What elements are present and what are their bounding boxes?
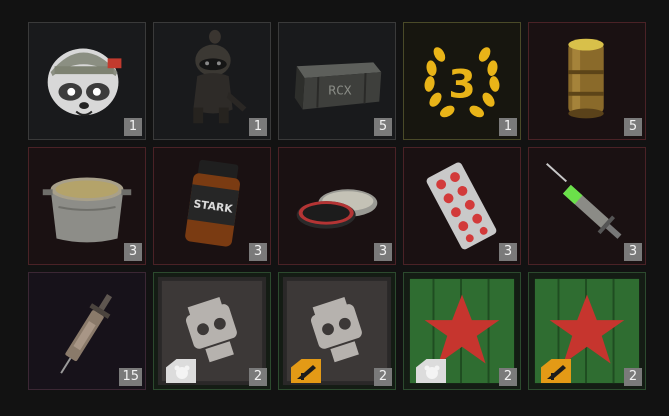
item-count: 3: [499, 243, 517, 261]
inventory-slot[interactable]: 2: [403, 272, 521, 390]
item-count: 15: [119, 368, 142, 386]
item-count: 3: [249, 243, 267, 261]
item-count: 3: [374, 243, 392, 261]
item-count: 2: [624, 368, 642, 386]
crate-label: RCX: [328, 84, 351, 99]
item-count: 2: [374, 368, 392, 386]
inventory-slot[interactable]: 2: [153, 272, 271, 390]
inventory-slot[interactable]: 3: [278, 147, 396, 265]
item-count: 3: [124, 243, 142, 261]
inventory-grid: 1 1 RCX 5 3 1 5 3 STARK 3 3 3 3 15 2 2 2…: [28, 22, 646, 390]
inventory-slot[interactable]: 5: [528, 22, 646, 140]
item-count: 1: [249, 118, 267, 136]
inventory-slot[interactable]: 2: [528, 272, 646, 390]
inventory-slot[interactable]: RCX 5: [278, 22, 396, 140]
item-count: 1: [124, 118, 142, 136]
inventory-slot[interactable]: 3: [28, 147, 146, 265]
inventory-slot[interactable]: STARK 3: [153, 147, 271, 265]
inventory-slot[interactable]: 3: [528, 147, 646, 265]
item-count: 3: [624, 243, 642, 261]
inventory-slot[interactable]: 3: [403, 147, 521, 265]
item-count: 2: [499, 368, 517, 386]
inventory-slot[interactable]: 1: [153, 22, 271, 140]
item-count: 2: [249, 368, 267, 386]
item-count: 1: [499, 118, 517, 136]
inventory-slot[interactable]: 3 1: [403, 22, 521, 140]
inventory-slot[interactable]: 15: [28, 272, 146, 390]
item-count: 5: [374, 118, 392, 136]
level-number: 3: [448, 63, 475, 108]
inventory-slot[interactable]: 1: [28, 22, 146, 140]
inventory-slot[interactable]: 2: [278, 272, 396, 390]
item-count: 5: [624, 118, 642, 136]
